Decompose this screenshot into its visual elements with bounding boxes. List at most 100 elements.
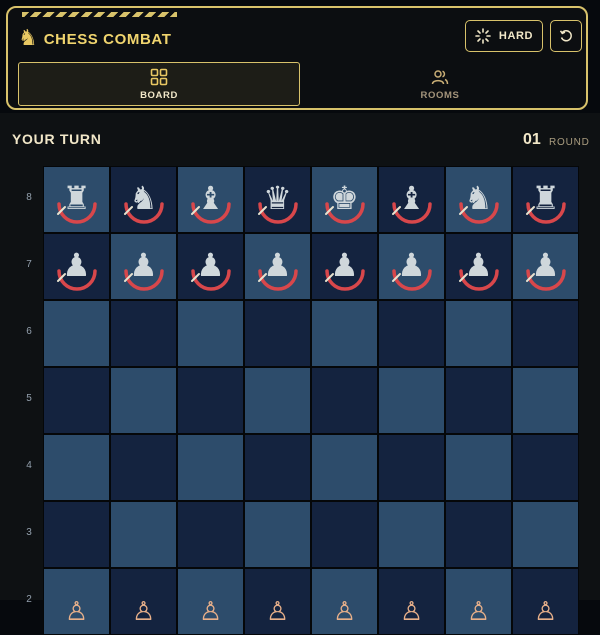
white-pawn-piece[interactable]: ♙	[320, 577, 370, 627]
square-a6[interactable]	[43, 300, 110, 367]
tab-rooms[interactable]: ROOMS	[300, 62, 580, 106]
reset-button[interactable]	[550, 20, 582, 52]
black-pawn-piece[interactable]: ♟	[320, 242, 370, 292]
pawn-icon: ♟	[62, 245, 91, 284]
rank-label-7: 7	[26, 259, 32, 270]
square-b3[interactable]	[110, 501, 177, 568]
square-c8[interactable]: ♝	[177, 166, 244, 233]
white-pawn-piece[interactable]: ♙	[521, 577, 571, 627]
black-queen-piece[interactable]: ♛	[253, 175, 303, 225]
square-b7[interactable]: ♟	[110, 233, 177, 300]
black-bishop-piece[interactable]: ♝	[186, 175, 236, 225]
square-d2[interactable]: ♙	[244, 568, 311, 635]
tab-board[interactable]: BOARD	[18, 62, 300, 106]
users-icon	[431, 69, 449, 84]
white-pawn-piece[interactable]: ♙	[52, 577, 102, 627]
square-e6[interactable]	[311, 300, 378, 367]
square-h2[interactable]: ♙	[512, 568, 579, 635]
difficulty-button[interactable]: HARD	[465, 20, 543, 52]
square-e7[interactable]: ♟	[311, 233, 378, 300]
square-g2[interactable]: ♙	[445, 568, 512, 635]
square-f6[interactable]	[378, 300, 445, 367]
square-f2[interactable]: ♙	[378, 568, 445, 635]
king-icon: ♚	[330, 178, 359, 217]
square-g5[interactable]	[445, 367, 512, 434]
square-a5[interactable]	[43, 367, 110, 434]
square-e2[interactable]: ♙	[311, 568, 378, 635]
white-pawn-piece[interactable]: ♙	[454, 577, 504, 627]
square-f5[interactable]	[378, 367, 445, 434]
square-c4[interactable]	[177, 434, 244, 501]
square-b8[interactable]: ♞	[110, 166, 177, 233]
white-pawn-piece[interactable]: ♙	[119, 577, 169, 627]
black-bishop-piece[interactable]: ♝	[387, 175, 437, 225]
square-d5[interactable]	[244, 367, 311, 434]
square-h5[interactable]	[512, 367, 579, 434]
rank-label-5: 5	[26, 393, 32, 404]
round-number: 01	[523, 131, 541, 148]
bishop-icon: ♝	[196, 178, 225, 217]
pawn-icon: ♟	[263, 245, 292, 284]
square-h7[interactable]: ♟	[512, 233, 579, 300]
square-c5[interactable]	[177, 367, 244, 434]
pawn-icon: ♟	[330, 245, 359, 284]
square-d4[interactable]	[244, 434, 311, 501]
black-pawn-piece[interactable]: ♟	[52, 242, 102, 292]
square-d8[interactable]: ♛	[244, 166, 311, 233]
square-b5[interactable]	[110, 367, 177, 434]
black-pawn-piece[interactable]: ♟	[119, 242, 169, 292]
square-a4[interactable]	[43, 434, 110, 501]
white-pawn-piece[interactable]: ♙	[253, 577, 303, 627]
square-h3[interactable]	[512, 501, 579, 568]
square-h4[interactable]	[512, 434, 579, 501]
square-d3[interactable]	[244, 501, 311, 568]
square-b4[interactable]	[110, 434, 177, 501]
square-f4[interactable]	[378, 434, 445, 501]
square-a3[interactable]	[43, 501, 110, 568]
pawn-icon: ♙	[466, 596, 491, 627]
bishop-icon: ♝	[397, 178, 426, 217]
black-pawn-piece[interactable]: ♟	[186, 242, 236, 292]
square-c6[interactable]	[177, 300, 244, 367]
square-h8[interactable]: ♜	[512, 166, 579, 233]
square-g8[interactable]: ♞	[445, 166, 512, 233]
square-g4[interactable]	[445, 434, 512, 501]
square-b2[interactable]: ♙	[110, 568, 177, 635]
black-knight-piece[interactable]: ♞	[454, 175, 504, 225]
square-b6[interactable]	[110, 300, 177, 367]
square-d7[interactable]: ♟	[244, 233, 311, 300]
square-c2[interactable]: ♙	[177, 568, 244, 635]
square-a7[interactable]: ♟	[43, 233, 110, 300]
square-e8[interactable]: ♚	[311, 166, 378, 233]
square-g7[interactable]: ♟	[445, 233, 512, 300]
square-c7[interactable]: ♟	[177, 233, 244, 300]
pawn-icon: ♙	[198, 596, 223, 627]
square-f8[interactable]: ♝	[378, 166, 445, 233]
black-king-piece[interactable]: ♚	[320, 175, 370, 225]
black-pawn-piece[interactable]: ♟	[454, 242, 504, 292]
black-pawn-piece[interactable]: ♟	[387, 242, 437, 292]
square-a8[interactable]: ♜	[43, 166, 110, 233]
black-pawn-piece[interactable]: ♟	[253, 242, 303, 292]
white-pawn-piece[interactable]: ♙	[186, 577, 236, 627]
rank-label-8: 8	[26, 192, 32, 203]
black-knight-piece[interactable]: ♞	[119, 175, 169, 225]
square-e5[interactable]	[311, 367, 378, 434]
square-f7[interactable]: ♟	[378, 233, 445, 300]
square-e4[interactable]	[311, 434, 378, 501]
turn-indicator: YOUR TURN	[12, 131, 102, 147]
square-g6[interactable]	[445, 300, 512, 367]
top-bar: ♞ CHESS COMBAT HARD BOARD ROOMS	[6, 6, 588, 110]
square-d6[interactable]	[244, 300, 311, 367]
square-f3[interactable]	[378, 501, 445, 568]
hazard-stripe	[22, 12, 177, 17]
square-e3[interactable]	[311, 501, 378, 568]
square-g3[interactable]	[445, 501, 512, 568]
white-pawn-piece[interactable]: ♙	[387, 577, 437, 627]
square-a2[interactable]: ♙	[43, 568, 110, 635]
black-rook-piece[interactable]: ♜	[521, 175, 571, 225]
square-c3[interactable]	[177, 501, 244, 568]
square-h6[interactable]	[512, 300, 579, 367]
black-pawn-piece[interactable]: ♟	[521, 242, 571, 292]
black-rook-piece[interactable]: ♜	[52, 175, 102, 225]
